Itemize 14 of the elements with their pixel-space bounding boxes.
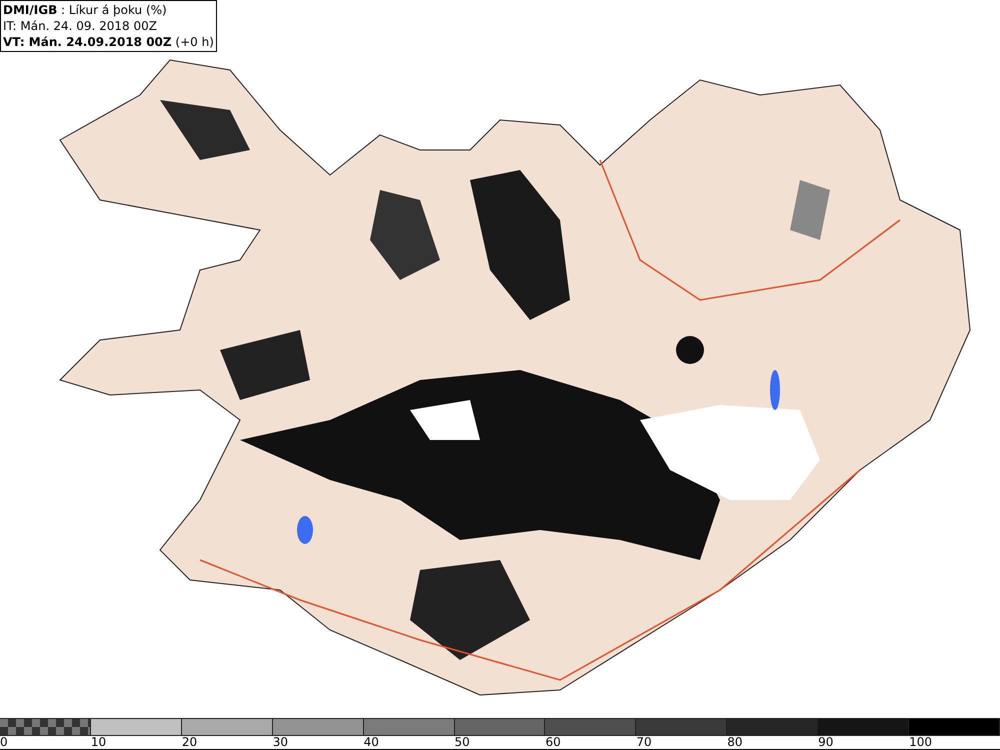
legend-tick-label: 0 <box>0 736 8 749</box>
info-line: IT: Mán. 24. 09. 2018 00Z <box>3 18 158 34</box>
legend-tick-label: 70 <box>636 736 652 749</box>
legend-tick-label: 30 <box>272 736 288 749</box>
legend-tick-label: 60 <box>545 736 561 749</box>
legend-tick-label: 100 <box>909 736 932 749</box>
legend-tick-label: 10 <box>90 736 106 749</box>
legend-tick-label: 80 <box>727 736 743 749</box>
legend-tick-label: 40 <box>364 736 379 749</box>
legend-tick-label: 50 <box>454 736 470 749</box>
legend-tick-label: 20 <box>182 736 198 749</box>
info-line: VT: Mán. 24.09.2018 00Z (+0 h) <box>3 34 214 50</box>
legend-tick-label: 90 <box>818 736 834 749</box>
info-line: DMI/IGB : Líkur á þoku (%) <box>3 2 168 18</box>
